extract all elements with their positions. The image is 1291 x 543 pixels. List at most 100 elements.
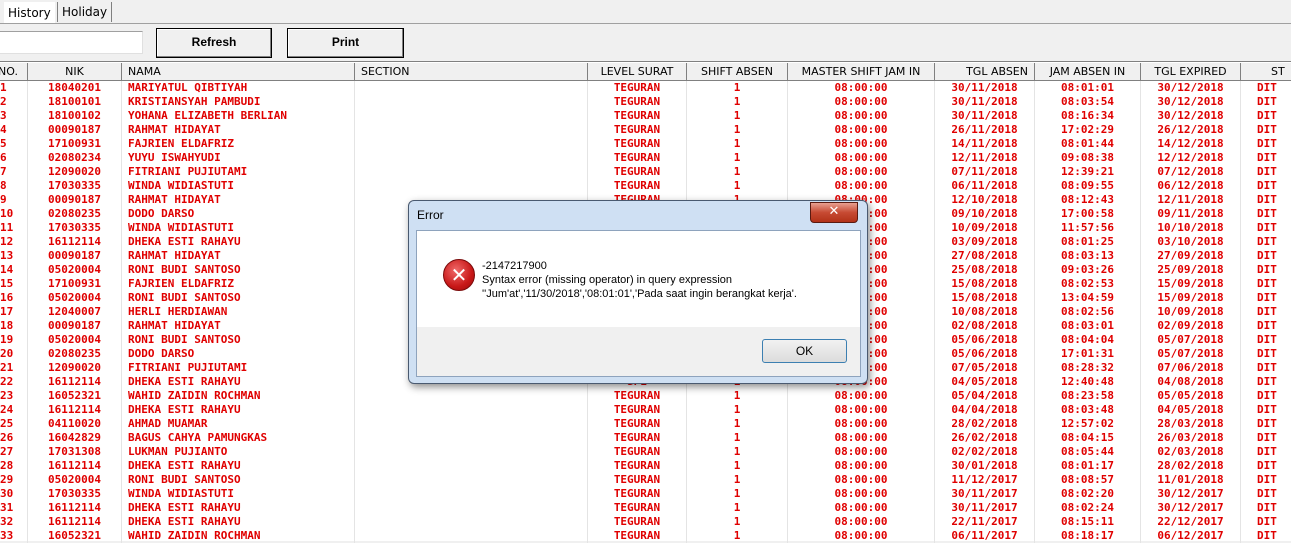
column-header-status[interactable]: ST <box>1241 63 1291 80</box>
row-jam-absen: 08:05:44 <box>1035 445 1141 459</box>
table-row[interactable]: 24 16112114 DHEKA ESTI RAHAYU TEGURAN 1 08:00… <box>0 403 1291 417</box>
table-row[interactable]: 4 00090187 RAHMAT HIDAYAT TEGURAN 1 08:00:00 2… <box>0 123 1291 137</box>
table-row[interactable]: 33 16052321 WAHID ZAIDIN ROCHMAN TEGURAN 1 08… <box>0 529 1291 543</box>
row-tgl-expired: 28/02/2018 <box>1141 459 1241 473</box>
table-row[interactable]: 26 16042829 BAGUS CAHYA PAMUNGKAS TEGURAN 1 0… <box>0 431 1291 445</box>
row-jam-absen: 08:03:54 <box>1035 95 1141 109</box>
row-tgl-absen: 02/02/2018 <box>935 445 1035 459</box>
row-nik: 16052321 <box>28 389 122 403</box>
row-no: 27 <box>0 445 28 459</box>
row-status: DIT <box>1241 361 1291 375</box>
column-header-level-surat[interactable]: LEVEL SURAT <box>588 63 687 80</box>
table-row[interactable]: 6 02080234 YUYU ISWAHYUDI TEGURAN 1 08:00:00 1… <box>0 151 1291 165</box>
row-nama: DHEKA ESTI RAHAYU <box>122 375 355 389</box>
row-section <box>355 109 588 123</box>
table-row[interactable]: 8 17030335 WINDA WIDIASTUTI TEGURAN 1 08:00:0… <box>0 179 1291 193</box>
column-header-tgl-expired[interactable]: TGL EXPIRED <box>1141 63 1241 80</box>
row-level-surat: TEGURAN <box>588 445 687 459</box>
row-shift-absen: 1 <box>687 431 788 445</box>
row-tgl-expired: 10/09/2018 <box>1141 305 1241 319</box>
row-no: 15 <box>0 277 28 291</box>
row-nik: 17100931 <box>28 137 122 151</box>
row-status: DIT <box>1241 389 1291 403</box>
row-section <box>355 445 588 459</box>
row-tgl-expired: 11/01/2018 <box>1141 473 1241 487</box>
table-row[interactable]: 25 04110020 AHMAD MUAMAR TEGURAN 1 08:00:00 28… <box>0 417 1291 431</box>
row-nama: DODO DARSO <box>122 347 355 361</box>
row-level-surat: TEGURAN <box>588 81 687 95</box>
row-tgl-expired: 15/09/2018 <box>1141 277 1241 291</box>
row-no: 14 <box>0 263 28 277</box>
row-tgl-expired: 26/12/2018 <box>1141 123 1241 137</box>
row-tgl-expired: 30/12/2018 <box>1141 95 1241 109</box>
row-nama: YOHANA ELIZABETH BERLIAN <box>122 109 355 123</box>
row-nama: WAHID ZAIDIN ROCHMAN <box>122 389 355 403</box>
refresh-button[interactable]: Refresh <box>156 28 272 58</box>
table-row[interactable]: 28 16112114 DHEKA ESTI RAHAYU TEGURAN 1 08:00… <box>0 459 1291 473</box>
column-header-section[interactable]: SECTION <box>355 63 588 80</box>
column-header-nama[interactable]: NAMA <box>122 63 355 80</box>
row-master-shift: 08:00:00 <box>788 389 935 403</box>
column-header-jam-absen[interactable]: JAM ABSEN IN <box>1035 63 1141 80</box>
row-tgl-absen: 03/09/2018 <box>935 235 1035 249</box>
row-master-shift: 08:00:00 <box>788 431 935 445</box>
row-section <box>355 417 588 431</box>
table-row[interactable]: 5 17100931 FAJRIEN ELDAFRIZ TEGURAN 1 08:00:0… <box>0 137 1291 151</box>
row-section <box>355 431 588 445</box>
row-nik: 00090187 <box>28 123 122 137</box>
row-jam-absen: 08:28:32 <box>1035 361 1141 375</box>
row-level-surat: TEGURAN <box>588 123 687 137</box>
row-section <box>355 81 588 95</box>
tab-holiday[interactable]: Holiday <box>57 2 113 22</box>
row-status: DIT <box>1241 487 1291 501</box>
row-shift-absen: 1 <box>687 417 788 431</box>
table-row[interactable]: 30 17030335 WINDA WIDIASTUTI TEGURAN 1 08:00:… <box>0 487 1291 501</box>
row-nik: 05020004 <box>28 291 122 305</box>
row-nik: 12090020 <box>28 165 122 179</box>
row-nama: WINDA WIDIASTUTI <box>122 221 355 235</box>
row-level-surat: TEGURAN <box>588 515 687 529</box>
table-row[interactable]: 29 05020004 RONI BUDI SANTOSO TEGURAN 1 08:00… <box>0 473 1291 487</box>
row-jam-absen: 17:00:58 <box>1035 207 1141 221</box>
row-tgl-absen: 30/11/2018 <box>935 81 1035 95</box>
row-nama: HERLI HERDIAWAN <box>122 305 355 319</box>
table-row[interactable]: 7 12090020 FITRIANI PUJIUTAMI TEGURAN 1 08:00… <box>0 165 1291 179</box>
row-jam-absen: 09:08:38 <box>1035 151 1141 165</box>
error-message: Syntax error (missing operator) in query… <box>482 274 733 286</box>
column-header-shift-absen[interactable]: SHIFT ABSEN <box>687 63 788 80</box>
column-header-master-shift[interactable]: MASTER SHIFT JAM IN <box>788 63 935 80</box>
row-no: 24 <box>0 403 28 417</box>
row-shift-absen: 1 <box>687 81 788 95</box>
table-row[interactable]: 3 18100102 YOHANA ELIZABETH BERLIAN TEGURAN… <box>0 109 1291 123</box>
row-section <box>355 151 588 165</box>
row-tgl-absen: 28/02/2018 <box>935 417 1035 431</box>
search-input[interactable] <box>0 31 143 54</box>
table-row[interactable]: 1 18040201 MARIYATUL QIBTIYAH TEGURAN 1 08:00… <box>0 81 1291 95</box>
print-button[interactable]: Print <box>287 28 404 58</box>
ok-button[interactable]: OK <box>762 339 847 363</box>
column-header-no[interactable]: NO. <box>0 63 28 80</box>
row-section <box>355 501 588 515</box>
row-tgl-absen: 30/11/2018 <box>935 95 1035 109</box>
row-nik: 17100931 <box>28 277 122 291</box>
column-header-tgl-absen[interactable]: TGL ABSEN <box>935 63 1035 80</box>
row-jam-absen: 17:01:31 <box>1035 347 1141 361</box>
row-no: 29 <box>0 473 28 487</box>
row-nik: 00090187 <box>28 249 122 263</box>
row-tgl-expired: 04/05/2018 <box>1141 403 1241 417</box>
table-row[interactable]: 31 16112114 DHEKA ESTI RAHAYU TEGURAN 1 08:00… <box>0 501 1291 515</box>
tab-history[interactable]: History <box>4 2 55 23</box>
row-nama: RAHMAT HIDAYAT <box>122 319 355 333</box>
row-no: 25 <box>0 417 28 431</box>
table-row[interactable]: 2 18100101 KRISTIANSYAH PAMBUDI TEGURAN 1 08:… <box>0 95 1291 109</box>
row-shift-absen: 1 <box>687 179 788 193</box>
row-status: DIT <box>1241 375 1291 389</box>
close-icon[interactable]: ✕ <box>810 202 858 223</box>
table-row[interactable]: 32 16112114 DHEKA ESTI RAHAYU TEGURAN 1 08:00… <box>0 515 1291 529</box>
row-level-surat: TEGURAN <box>588 389 687 403</box>
row-jam-absen: 08:16:34 <box>1035 109 1141 123</box>
column-header-nik[interactable]: NIK <box>28 63 122 80</box>
table-row[interactable]: 23 16052321 WAHID ZAIDIN ROCHMAN TEGURAN 1 08… <box>0 389 1291 403</box>
row-jam-absen: 08:02:24 <box>1035 501 1141 515</box>
table-row[interactable]: 27 17031308 LUKMAN PUJIANTO TEGURAN 1 08:00:0… <box>0 445 1291 459</box>
